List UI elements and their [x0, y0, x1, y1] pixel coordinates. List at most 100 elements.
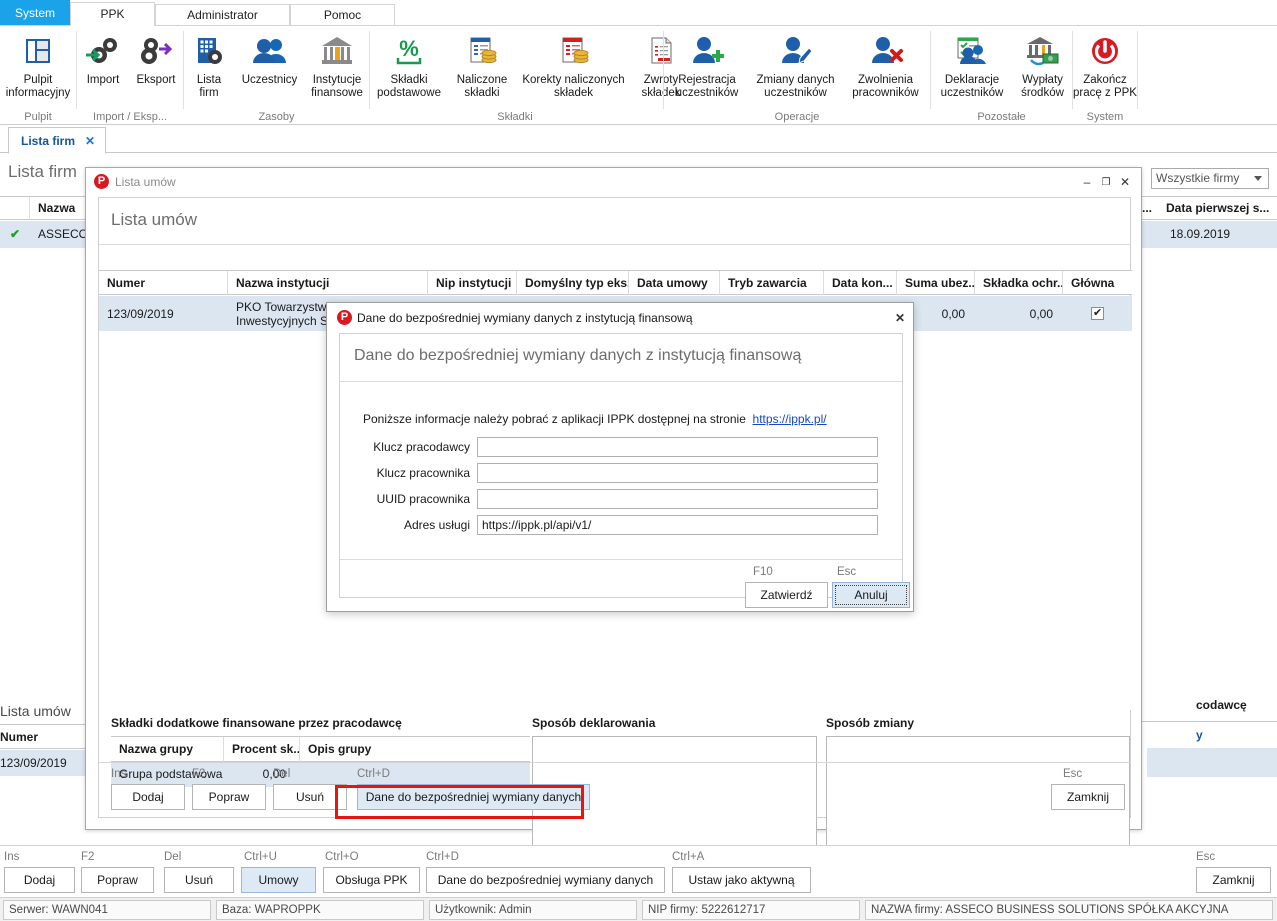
company-filter-value: Wszystkie firmy	[1156, 171, 1239, 185]
column-header-suma-ubez[interactable]: Suma ubez...	[897, 271, 975, 295]
status-user: Użytkownik: Admin	[429, 900, 637, 920]
app-logo-icon: P	[94, 174, 109, 189]
uuid-pracownika-input[interactable]	[477, 489, 878, 509]
glowna-checkbox[interactable]	[1091, 307, 1104, 320]
cell-data-pierwszej: 18.09.2019	[1170, 221, 1230, 248]
main-dane-do-bezposredniej-wymiany-danych-button[interactable]: Dane do bezpośredniej wymiany danych	[426, 867, 665, 893]
close-icon[interactable]: ✕	[892, 312, 908, 326]
column-header-data-umowy[interactable]: Data umowy	[629, 271, 720, 295]
column-header-data-pierwszej[interactable]: Data pierwszej s...	[1158, 197, 1277, 220]
column-header-numer[interactable]: Numer	[99, 271, 228, 295]
column-header-opis-grupy[interactable]: Opis grupy	[300, 737, 530, 762]
column-header-data-konca[interactable]: Data kon...	[824, 271, 897, 295]
ribbon-button-wyplaty-srodkow[interactable]: Wypłaty środków	[1013, 30, 1072, 100]
main-usun-button[interactable]: Usuń	[164, 867, 234, 893]
panel-title-skladki-dodatkowe: Składki dodatkowe finansowane przez prac…	[111, 716, 402, 730]
hotkey-label-anuluj: Esc	[837, 566, 856, 578]
ribbon-group-system: Zakończ pracę z PPK System	[1073, 26, 1137, 125]
hotkey-label-ustaw-aktywna: Ctrl+A	[672, 851, 704, 863]
modal-titlebar[interactable]: P Dane do bezpośredniej wymiany danych z…	[327, 303, 913, 333]
ribbon-button-label: Lista firm	[184, 74, 234, 100]
column-header-nazwa-instytucji[interactable]: Nazwa instytucji	[228, 271, 428, 295]
main-dodaj-button[interactable]: Dodaj	[4, 867, 75, 893]
main-obsluga-ppk-button[interactable]: Obsługa PPK	[323, 867, 420, 893]
ribbon-group-label: Zasoby	[184, 111, 369, 123]
divider	[1140, 721, 1277, 722]
klucz-pracodawcy-input[interactable]	[477, 437, 878, 457]
klucz-pracownika-input[interactable]	[477, 463, 878, 483]
ribbon-button-pulpit-informacyjny[interactable]: Pulpit informacyjny	[0, 30, 76, 100]
ribbon-button-deklaracje-uczestnikow[interactable]: Deklaracje uczestników	[931, 30, 1013, 100]
ribbon-button-rejestracja-uczestnikow[interactable]: Rejestracja uczestników	[664, 30, 750, 100]
zamknij-button[interactable]: Zamknij	[1051, 784, 1125, 810]
status-nip: NIP firmy: 5222612717	[642, 900, 860, 920]
document-tab-lista-firm[interactable]: Lista firm✕	[8, 127, 106, 154]
dodaj-button[interactable]: Dodaj	[111, 784, 185, 810]
column-header-skladka-ochr[interactable]: Składka ochr...	[975, 271, 1063, 295]
column-header-tryb-zawarcia[interactable]: Tryb zawarcia	[720, 271, 824, 295]
child-window-heading: Lista umów	[111, 210, 197, 230]
anuluj-button[interactable]: Anuluj	[832, 582, 910, 608]
close-icon[interactable]: ✕	[1117, 176, 1133, 190]
ribbon-group-label: System	[1073, 111, 1137, 123]
modal-heading: Dane do bezpośredniej wymiany danych z i…	[354, 347, 801, 365]
ribbon-button-zwolnienia-pracownikow[interactable]: Zwolnienia pracowników	[841, 30, 930, 100]
adres-uslugi-input[interactable]: https://ippk.pl/api/v1/	[477, 515, 878, 535]
minimize-icon[interactable]: –	[1079, 176, 1095, 190]
chevron-down-icon	[1254, 176, 1262, 181]
ippk-link[interactable]: https://ippk.pl/	[753, 412, 827, 426]
ribbon-tab-ppk[interactable]: PPK	[70, 2, 155, 26]
user-edit-icon	[750, 30, 841, 72]
company-filter-select[interactable]: Wszystkie firmy	[1151, 168, 1269, 189]
ribbon-button-uczestnicy[interactable]: Uczestnicy	[234, 30, 305, 87]
ribbon-tab-system[interactable]: System	[0, 0, 70, 26]
maximize-icon[interactable]: ❐	[1098, 176, 1114, 190]
percent-icon: %	[370, 30, 448, 72]
background-lista-umow-row: 123/09/2019	[0, 750, 86, 776]
zatwierdz-button[interactable]: Zatwierdź	[745, 582, 828, 608]
ribbon-button-lista-firm[interactable]: Lista firm	[184, 30, 234, 100]
ribbon-button-import[interactable]: Import	[77, 30, 129, 87]
ribbon-group-pozostale: Deklaracje uczestników	[931, 26, 1072, 125]
ribbon-group-skladki: % Składki podstawowe Naliczone s	[370, 26, 660, 125]
people-icon	[234, 30, 305, 72]
ribbon-button-label: Rejestracja uczestników	[664, 74, 750, 100]
background-right-label: codawcę	[1196, 698, 1247, 712]
ribbon-button-zmiany-danych-uczestnikow[interactable]: Zmiany danych uczestników	[750, 30, 841, 100]
column-header-typ-eksportu[interactable]: Domyślny typ eks...	[517, 271, 629, 295]
column-header-glowna[interactable]: Główna	[1063, 271, 1132, 295]
ribbon-tab-administrator[interactable]: Administrator	[155, 4, 290, 26]
ribbon-group-zasoby: Lista firm Uczestnicy	[184, 26, 369, 125]
ribbon-button-naliczone-skladki[interactable]: Naliczone składki	[448, 30, 516, 100]
main-umowy-button[interactable]: Umowy	[241, 867, 316, 893]
status-server: Serwer: WAWN041	[3, 900, 211, 920]
popraw-button[interactable]: Popraw	[192, 784, 266, 810]
label-klucz-pracodawcy: Klucz pracodawcy	[360, 440, 470, 454]
ribbon-group-import-eksport: Import Eksport Import / Eksp...	[77, 26, 183, 125]
main-popraw-button[interactable]: Popraw	[81, 867, 154, 893]
ribbon-group-label: Pulpit	[0, 111, 76, 123]
ribbon-button-label: Korekty naliczonych składek	[516, 74, 631, 100]
column-header-nazwa-grupy[interactable]: Nazwa grupy	[111, 737, 224, 762]
ribbon-tab-pomoc[interactable]: Pomoc	[290, 4, 395, 26]
ribbon-button-label: Naliczone składki	[448, 74, 516, 100]
ribbon-separator	[1137, 31, 1138, 109]
modal-dane-do-wymiany: P Dane do bezpośredniej wymiany danych z…	[326, 302, 914, 612]
ribbon-button-skladki-podstawowe[interactable]: % Składki podstawowe	[370, 30, 448, 100]
close-icon[interactable]: ✕	[85, 134, 95, 148]
main-zamknij-button[interactable]: Zamknij	[1196, 867, 1271, 893]
column-header-nip[interactable]: Nip instytucji	[428, 271, 517, 295]
main-ustaw-jako-aktywna-button[interactable]: Ustaw jako aktywną	[672, 867, 811, 893]
divider	[340, 559, 902, 560]
column-header-procent-sk[interactable]: Procent sk...	[224, 737, 300, 762]
ribbon-button-korekty-naliczonych-skladek[interactable]: Korekty naliczonych składek	[516, 30, 631, 100]
ribbon-group-label: Operacje	[664, 111, 930, 123]
ribbon-button-instytucje-finansowe[interactable]: Instytucje finansowe	[305, 30, 369, 100]
ribbon-button-zakoncz-prace-z-ppk[interactable]: Zakończ pracę z PPK	[1073, 30, 1137, 100]
modal-note: Poniższe informacje należy pobrać z apli…	[363, 412, 827, 426]
ribbon-button-eksport[interactable]: Eksport	[129, 30, 183, 87]
ribbon-group-label: Import / Eksp...	[77, 111, 183, 123]
document-tabbar: Lista firm✕	[0, 125, 1277, 153]
column-header-check[interactable]	[0, 197, 30, 220]
child-window-titlebar[interactable]: P Lista umów – ❐ ✕	[86, 168, 1141, 196]
